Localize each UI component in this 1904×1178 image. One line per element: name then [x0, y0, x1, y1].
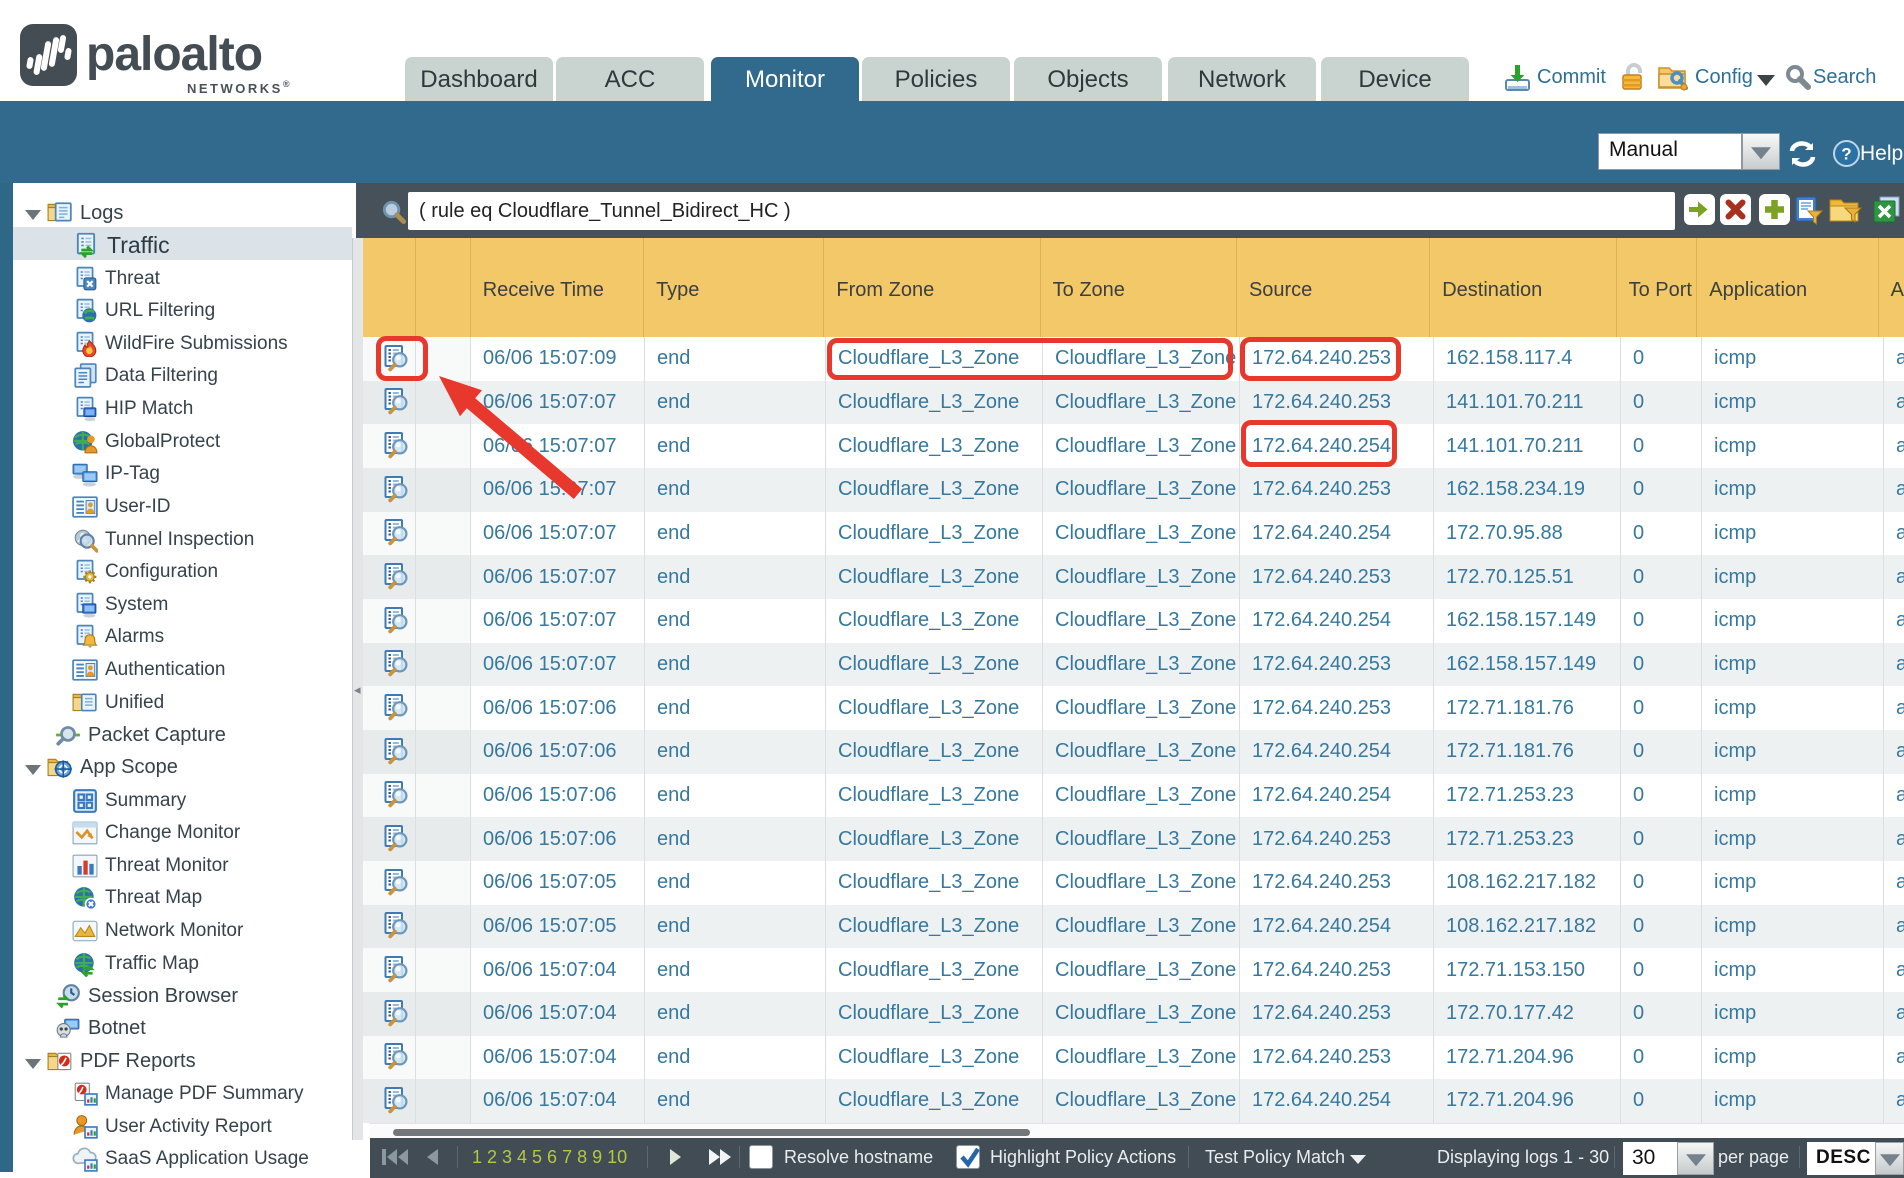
- svg-text:?: ?: [1841, 145, 1851, 164]
